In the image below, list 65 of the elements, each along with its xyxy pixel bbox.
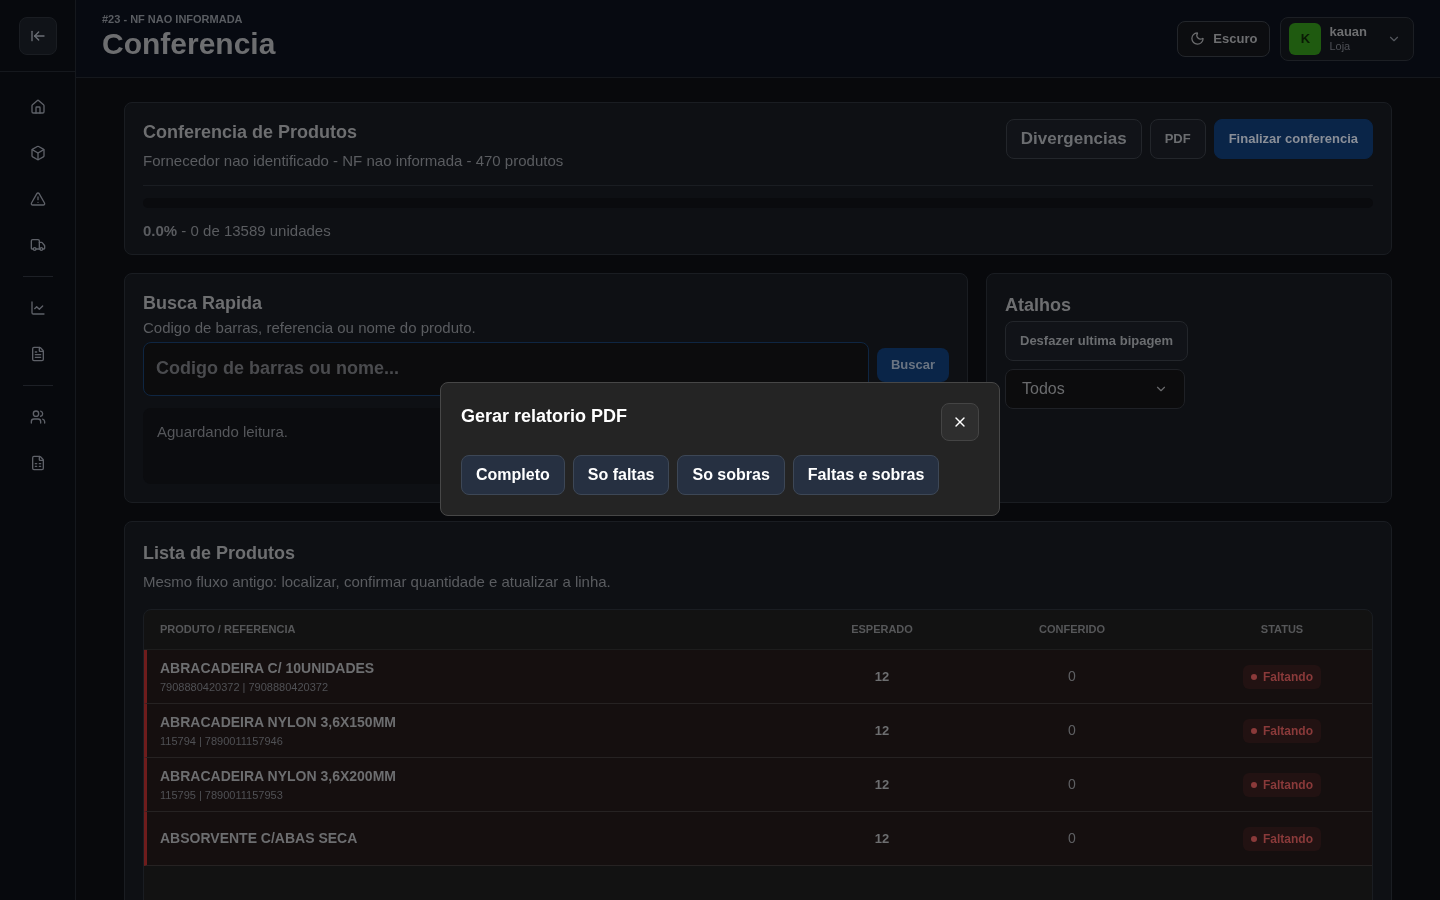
collapse-sidebar-button[interactable] (18, 16, 57, 55)
users-icon (29, 409, 46, 425)
page-eyebrow: #23 - NF NAO INFORMADA (102, 14, 244, 26)
warning-icon (29, 191, 46, 207)
truck-icon (29, 237, 46, 253)
document-icon (29, 346, 46, 362)
expected-quantity: 12 (874, 721, 890, 740)
undo-button[interactable]: Desfazer ultima bipagem (1005, 321, 1189, 361)
product-reference: 115795 | 7890011157953 (160, 787, 284, 803)
status-tag: Faltando (1243, 772, 1321, 797)
product-reference: 7908880420372 | 7908880420372 (160, 679, 330, 695)
finish-button[interactable]: Finalizar conferencia (1213, 119, 1373, 159)
filter-select[interactable]: Todos (1005, 369, 1185, 409)
report-option-button[interactable]: Faltas e sobras (792, 455, 940, 495)
box-icon (29, 145, 46, 161)
product-row[interactable]: ABRACADEIRA C/ 10UNIDADES 7908880420372 | 7908880420372 12 0 Faltando (144, 650, 1372, 704)
product-name: ABSORVENTE C/ABAS SECA (160, 829, 359, 848)
product-name: ABRACADEIRA NYLON 3,6X200MM (160, 766, 397, 786)
report-option-button[interactable]: So sobras (677, 455, 785, 495)
product-row[interactable]: ABSORVENTE C/ABAS SECA 12 0 Faltando (144, 812, 1372, 866)
product-name: ABRACADEIRA C/ 10UNIDADES (160, 658, 376, 678)
product-reference: 115794 | 7890011157946 (160, 733, 284, 749)
product-row[interactable]: ABRACADEIRA NYLON 3,6X200MM 115795 | 7890011157953 12 0 Faltando (144, 758, 1372, 812)
expected-quantity: 12 (874, 667, 890, 686)
status-message: Aguardando leitura. (157, 422, 288, 440)
user-role: Loja (1329, 39, 1351, 54)
column-header: CONFERIDO (1039, 622, 1105, 638)
theme-toggle-button[interactable]: Escuro (1177, 20, 1271, 57)
user-menu-button[interactable]: K kauan Loja (1280, 16, 1414, 61)
home-icon (29, 99, 46, 115)
card-subtitle: Fornecedor nao identificado - NF nao informada - 470 produtos (143, 151, 564, 171)
checked-quantity: 0 (1068, 829, 1076, 848)
product-name: ABRACADEIRA NYLON 3,6X150MM (160, 712, 397, 732)
checked-quantity: 0 (1068, 667, 1076, 686)
column-header: STATUS (1260, 622, 1304, 638)
expected-quantity: 12 (874, 829, 890, 848)
expected-quantity: 12 (874, 775, 890, 794)
dialog-title: Gerar relatorio PDF (461, 405, 628, 428)
action-button[interactable]: Divergencias (1005, 119, 1142, 159)
progress-label: 0.0% - 0 de 13589 unidades (143, 220, 332, 241)
column-header: PRODUTO / REFERENCIA (160, 622, 297, 638)
report-option-button[interactable]: Completo (461, 455, 565, 495)
checked-quantity: 0 (1068, 721, 1076, 740)
status-tag: Faltando (1243, 664, 1321, 689)
checked-quantity: 0 (1068, 775, 1076, 794)
card-title: Conferencia de Produtos (143, 121, 359, 144)
card-subtitle: Codigo de barras, referencia ou nome do produto. (143, 318, 477, 338)
card-subtitle: Mesmo fluxo antigo: localizar, confirmar quantidade e atualizar a linha. (143, 571, 612, 592)
action-button[interactable]: PDF (1149, 119, 1206, 159)
chart-icon (29, 300, 46, 316)
user-name: kauan (1329, 23, 1367, 40)
page-title: Conferencia (102, 26, 276, 63)
moon-icon (1190, 31, 1206, 46)
close-button[interactable] (941, 403, 979, 441)
card-title: Atalhos (1005, 294, 1071, 317)
product-row[interactable]: ABRACADEIRA NYLON 3,6X150MM 115794 | 7890011157946 12 0 Faltando (144, 704, 1372, 758)
search-button[interactable]: Buscar (876, 347, 949, 382)
report-option-button[interactable]: So faltas (572, 455, 670, 495)
report-icon (29, 455, 46, 471)
column-header: ESPERADO (851, 622, 913, 638)
card-title: Lista de Produtos (143, 541, 296, 565)
user-avatar: K (1289, 22, 1322, 55)
status-tag: Faltando (1243, 718, 1321, 743)
card-title: Busca Rapida (143, 292, 264, 315)
status-tag: Faltando (1243, 826, 1321, 851)
